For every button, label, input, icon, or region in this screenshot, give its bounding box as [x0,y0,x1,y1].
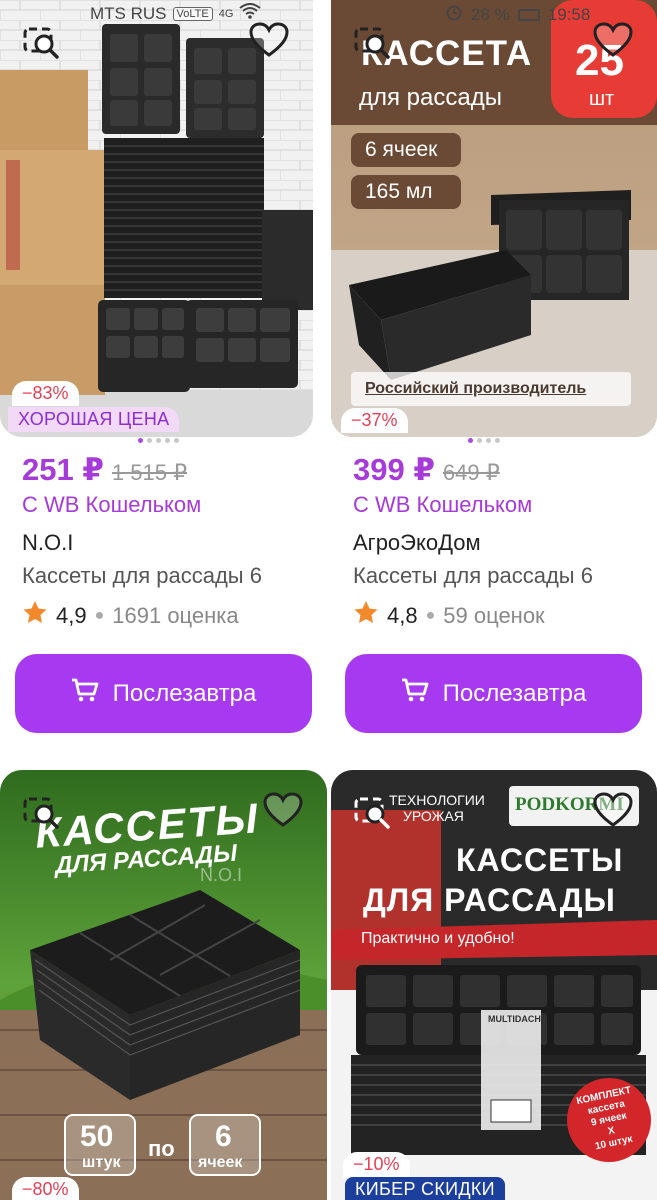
cells-number: 6 [215,1120,232,1153]
discount-badge: −80% [12,1177,79,1200]
banner-title-line-1: КАССЕТЫ [456,842,624,878]
brand-name[interactable]: N.O.I [22,530,73,556]
watermark: N.O.I [200,865,243,885]
wallet-note: С WB Кошельком [22,492,202,517]
banner-subtitle: для рассады [359,84,502,111]
promo-badge: КИБЕР СКИДКИ [345,1177,505,1200]
package-label: MULTIDACHA [488,1014,548,1024]
tagline-line-2: УРОЖАЯ [403,808,464,824]
product-title[interactable]: Кассеты для рассады 6 [22,563,307,589]
star-icon [22,600,48,631]
separator-dot: ● [425,606,436,624]
star-icon [353,600,379,631]
old-price: 1 515 ₽ [111,460,188,485]
heart-icon[interactable] [591,788,635,832]
count-number: 50 [80,1120,114,1153]
product-title[interactable]: Кассеты для рассады 6 [353,563,638,589]
heart-icon[interactable] [591,18,635,62]
rating: 4,9 ● 1691 оценка [22,600,239,631]
old-price: 649 ₽ [442,460,500,485]
image-pager [138,438,179,443]
review-count: 59 оценок [443,602,545,628]
heart-icon[interactable] [247,18,291,62]
add-to-cart-button[interactable]: Послезавтра [15,654,312,733]
cart-icon [401,677,429,710]
discount-badge: −37% [341,408,408,433]
banner-ribbon: Практично и удобно! [361,930,515,947]
tagline-line-1: ТЕХНОЛОГИИ [389,792,485,808]
heart-icon[interactable] [261,788,305,832]
delivery-label: Послезавтра [442,679,587,707]
promo-badge: ХОРОШАЯ ЦЕНА [8,407,180,432]
rating-value: 4,9 [56,602,87,628]
review-count: 1691 оценка [112,602,239,628]
cart-icon [71,677,99,710]
chip-cells: 6 ячеек [365,138,438,161]
image-caption: Российский производитель [365,380,587,397]
rating-value: 4,8 [387,602,418,628]
similar-search-icon[interactable] [351,20,395,64]
discount-badge: −83% [12,381,79,406]
similar-search-icon[interactable] [20,790,64,834]
count-word: штук [82,1154,121,1171]
price: 251 ₽ [22,452,104,487]
product-image[interactable]: ТЕХНОЛОГИИ УРОЖАЯ PODKORMI КАССЕТЫ ДЛЯ Р… [331,770,657,1200]
similar-search-icon[interactable] [20,20,64,64]
brand-name[interactable]: АгроЭкоДом [353,530,481,556]
separator-dot: ● [94,606,105,624]
price: 399 ₽ [353,452,435,487]
wallet-note: С WB Кошельком [353,492,533,517]
rating: 4,8 ● 59 оценок [353,600,545,631]
cells-word: ячеек [198,1154,243,1171]
delivery-label: Послезавтра [112,679,257,707]
product-image[interactable]: −83% ХОРОШАЯ ЦЕНА [0,0,313,437]
product-image[interactable]: КАССЕТЫ ДЛЯ РАССАДЫ N.O.I 50 штук по 6 я… [0,770,327,1200]
image-pager [468,438,500,443]
banner-unit: шт [589,88,615,110]
chip-volume: 165 мл [365,180,433,203]
add-to-cart-button[interactable]: Послезавтра [345,654,642,733]
similar-search-icon[interactable] [351,790,395,834]
by-label: по [148,1136,175,1161]
product-image[interactable]: КАССЕТА для рассады 25 шт 6 ячеек 165 мл… [331,0,657,437]
discount-badge: −10% [343,1152,410,1177]
banner-title-line-2: ДЛЯ РАССАДЫ [363,882,616,918]
